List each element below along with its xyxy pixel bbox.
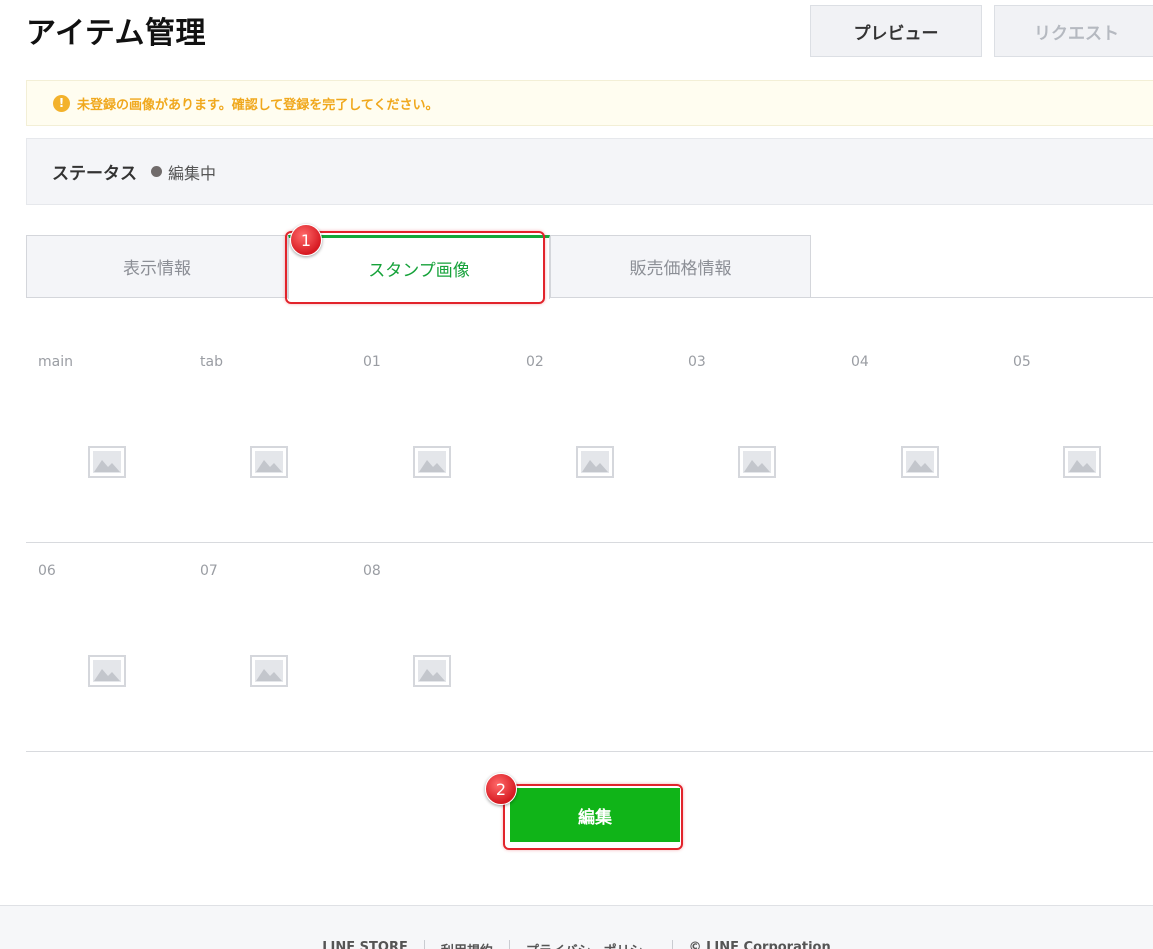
footer: LINE STORE 利用規約 プライバシーポリシー © LINE Corpor…	[0, 905, 1153, 949]
image-cell-04[interactable]: 04	[839, 334, 1001, 542]
image-cell-label: main	[38, 354, 73, 370]
image-cell-07[interactable]: 07	[188, 543, 350, 751]
footer-link-privacy[interactable]: プライバシーポリシー	[510, 940, 673, 949]
image-placeholder-icon	[88, 655, 126, 687]
image-cell-03[interactable]: 03	[676, 334, 838, 542]
image-placeholder-icon	[576, 446, 614, 478]
image-cell-label: 06	[38, 563, 56, 579]
image-cell-label: 04	[851, 354, 869, 370]
page-title: アイテム管理	[26, 16, 206, 51]
image-cell-label: 03	[688, 354, 706, 370]
image-cell-02[interactable]: 02	[514, 334, 676, 542]
status-dot-icon	[151, 166, 162, 177]
image-placeholder-icon	[1063, 446, 1101, 478]
image-row-1: main tab 01 02 03 04 05	[26, 334, 1153, 543]
notice-text: 未登録の画像があります。確認して登録を完了してください。	[77, 97, 439, 113]
image-cell-label: 07	[200, 563, 218, 579]
image-placeholder-icon	[413, 655, 451, 687]
warning-icon: !	[53, 94, 70, 112]
request-button[interactable]: リクエスト	[994, 5, 1153, 57]
image-placeholder-icon	[738, 446, 776, 478]
footer-links: LINE STORE 利用規約 プライバシーポリシー © LINE Corpor…	[0, 940, 1153, 949]
status-bar: ステータス 編集中	[26, 138, 1153, 205]
annotation-highlight-2	[503, 784, 683, 850]
preview-button[interactable]: プレビュー	[810, 5, 982, 57]
image-cell-label: tab	[200, 354, 223, 370]
image-placeholder-icon	[250, 655, 288, 687]
status-label: ステータス	[52, 164, 137, 184]
image-row-2: 06 07 08	[26, 543, 1153, 752]
footer-link-line-store[interactable]: LINE STORE	[306, 940, 425, 949]
image-cell-05[interactable]: 05	[1001, 334, 1153, 542]
tab-display-info[interactable]: 表示情報	[26, 235, 288, 298]
image-cell-01[interactable]: 01	[351, 334, 513, 542]
status-value: 編集中	[168, 163, 217, 183]
image-placeholder-icon	[88, 446, 126, 478]
image-placeholder-icon	[413, 446, 451, 478]
image-cell-label: 05	[1013, 354, 1031, 370]
footer-copyright: © LINE Corporation	[688, 940, 831, 949]
image-placeholder-icon	[250, 446, 288, 478]
image-cell-label: 01	[363, 354, 381, 370]
image-cell-tab[interactable]: tab	[188, 334, 350, 542]
image-cell-08[interactable]: 08	[351, 543, 513, 751]
annotation-badge-1: 1	[290, 224, 322, 256]
annotation-highlight-1	[285, 231, 545, 304]
image-cell-label: 02	[526, 354, 544, 370]
image-cell-label: 08	[363, 563, 381, 579]
image-placeholder-icon	[901, 446, 939, 478]
annotation-badge-2: 2	[485, 773, 517, 805]
footer-link-terms[interactable]: 利用規約	[425, 940, 510, 949]
image-cell-main[interactable]: main	[26, 334, 188, 542]
unregistered-notice: ! 未登録の画像があります。確認して登録を完了してください。	[26, 80, 1153, 126]
tab-sales-price[interactable]: 販売価格情報	[550, 235, 811, 298]
image-cell-06[interactable]: 06	[26, 543, 188, 751]
